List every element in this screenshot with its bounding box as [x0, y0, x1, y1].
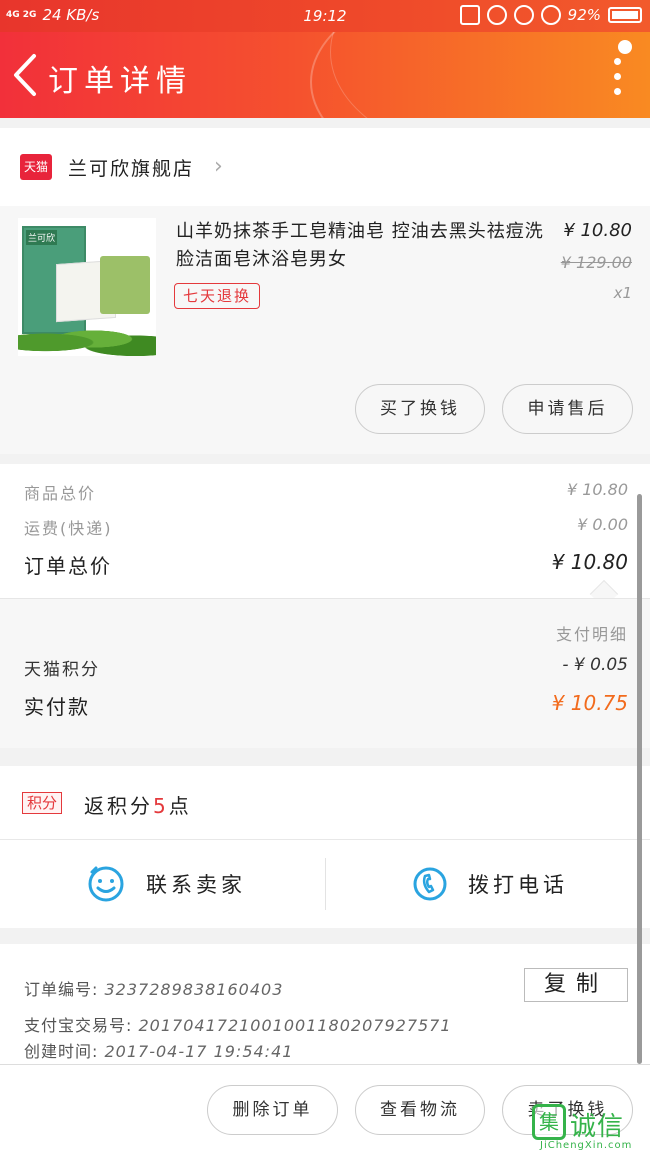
rebate-suffix: 点: [168, 794, 192, 818]
copy-button[interactable]: 复制: [524, 968, 628, 1002]
paid-row: 实付款 ¥ 10.75: [24, 691, 628, 720]
phone-icon: [413, 867, 447, 901]
paid-label: 实付款: [24, 695, 90, 719]
status-bar: 4G 2G 24 KB/s 19:12 92%: [0, 0, 650, 32]
alarm-icon: [540, 5, 561, 25]
battery-percent: 92%: [567, 6, 601, 24]
rebate-points-row: 积分 返积分5点: [0, 766, 650, 840]
chevron-right-icon: ›: [214, 154, 223, 179]
created-time-row: 创建时间: 2017-04-17 19:54:41: [24, 1038, 293, 1062]
more-menu-button[interactable]: [610, 58, 624, 98]
points-label: 天猫积分: [24, 660, 100, 680]
product-original-price: ¥ 129.00: [560, 253, 632, 272]
watermark-logo-icon: 集: [532, 1104, 566, 1140]
return-policy-badge: 七天退换: [174, 283, 261, 309]
price-summary: 商品总价 ¥ 10.80 运费(快递) ¥ 0.00 订单总价 ¥ 10.80: [0, 464, 650, 609]
app-header: 订单详情: [0, 32, 650, 118]
product-title[interactable]: 山羊奶抹茶手工皂精油皂 控油去黑头祛痘洗脸洁面皂沐浴皂男女: [176, 218, 554, 274]
paid-value: ¥ 10.75: [551, 691, 628, 715]
sync-icon: [513, 5, 534, 25]
contact-seller-button[interactable]: 联系卖家: [86, 840, 246, 928]
points-badge: 积分: [22, 792, 63, 814]
battery-icon: [608, 7, 642, 23]
order-number-row: 订单编号: 3237289838160403: [24, 976, 283, 1000]
goods-total-value: ¥ 10.80: [566, 480, 628, 499]
rebate-text: 返积分5点: [84, 790, 192, 819]
watermark: 集 诚信 JiChengXin.com: [532, 1104, 650, 1154]
call-phone-label: 拨打电话: [468, 873, 568, 897]
watermark-url: JiChengXin.com: [540, 1140, 633, 1151]
dot-icon: [613, 58, 621, 65]
rebate-points: 5: [153, 794, 169, 818]
goods-total-label: 商品总价: [24, 484, 97, 503]
store-name: 兰可欣旗舰店: [68, 158, 195, 180]
delete-order-button[interactable]: 删除订单: [207, 1085, 338, 1135]
order-total-row: 订单总价 ¥ 10.80: [24, 550, 628, 579]
scrollbar[interactable]: [637, 494, 642, 1064]
alipay-label: 支付宝交易号:: [24, 1016, 133, 1035]
buy-again-button[interactable]: 买了换钱: [355, 384, 485, 434]
order-number-value: 3237289838160403: [104, 980, 284, 999]
order-info: 订单编号: 3237289838160403 复制 支付宝交易号: 201704…: [0, 944, 650, 1064]
shipping-row: 运费(快递) ¥ 0.00: [24, 515, 628, 539]
notification-dot-icon: [618, 40, 632, 54]
alipay-value: 2017041721001001180207927571: [138, 1016, 452, 1035]
payment-detail-label: 支付明细: [555, 625, 628, 644]
product-price: ¥ 10.80: [563, 220, 632, 241]
call-phone-button[interactable]: 拨打电话: [412, 840, 568, 928]
soap-bar-green: [100, 256, 150, 314]
created-time-label: 创建时间:: [24, 1042, 99, 1061]
tmall-logo-icon: 天猫: [20, 154, 52, 180]
contact-seller-label: 联系卖家: [146, 873, 246, 897]
product-card[interactable]: 兰可欣 山羊奶抹茶手工皂精油皂 控油去黑头祛痘洗脸洁面皂沐浴皂男女 七天退换 ¥…: [0, 206, 650, 454]
order-total-label: 订单总价: [24, 554, 112, 578]
lock-rotation-icon: [486, 5, 507, 25]
product-quantity: x1: [613, 284, 632, 302]
product-image[interactable]: 兰可欣: [18, 218, 156, 356]
payment-detail: 支付明细 天猫积分 - ¥ 0.05 实付款 ¥ 10.75: [0, 598, 650, 748]
goods-total-row: 商品总价 ¥ 10.80: [24, 480, 628, 504]
order-number-label: 订单编号:: [24, 980, 99, 999]
back-button[interactable]: [8, 50, 44, 100]
vibrate-icon: [459, 5, 480, 25]
chevron-left-icon: [14, 54, 36, 96]
alipay-row: 支付宝交易号: 2017041721001001180207927571: [24, 1012, 452, 1036]
store-row[interactable]: 天猫 兰可欣旗舰店 ›: [0, 128, 650, 206]
dot-icon: [613, 88, 621, 95]
brand-label: 兰可欣: [26, 230, 58, 245]
contact-bar: 联系卖家 拨打电话: [0, 840, 650, 928]
dot-icon: [613, 73, 621, 80]
created-time-value: 2017-04-17 19:54:41: [104, 1042, 294, 1061]
after-sale-button[interactable]: 申请售后: [502, 384, 633, 434]
watermark-text: 诚信: [570, 1112, 625, 1142]
points-value: - ¥ 0.05: [562, 655, 628, 675]
shipping-value: ¥ 0.00: [577, 515, 628, 534]
header-decoration: [330, 32, 650, 118]
view-logistics-button[interactable]: 查看物流: [355, 1085, 485, 1135]
page-title: 订单详情: [48, 64, 192, 99]
points-row: 天猫积分 - ¥ 0.05: [24, 655, 628, 680]
divider: [325, 858, 326, 910]
rebate-prefix: 返积分: [84, 794, 153, 818]
order-total-value: ¥ 10.80: [551, 550, 628, 574]
chat-smile-icon: [88, 866, 124, 902]
shipping-label: 运费(快递): [24, 519, 113, 538]
tea-leaves: [18, 322, 156, 356]
